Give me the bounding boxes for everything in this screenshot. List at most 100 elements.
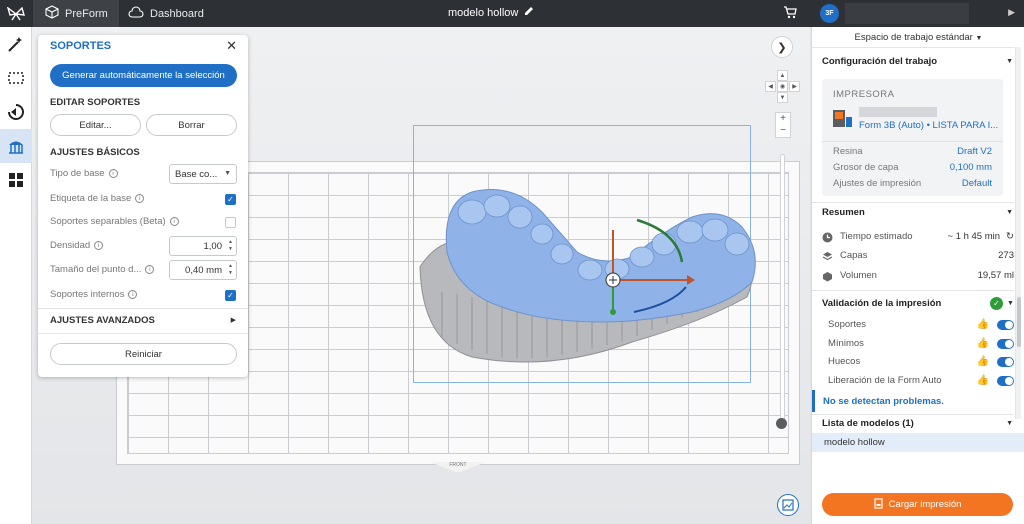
validation-toggle[interactable]: [997, 357, 1014, 367]
printer-name-redacted: [859, 107, 937, 117]
chevron-right-icon[interactable]: ▶: [1008, 7, 1015, 18]
refresh-icon[interactable]: ↻: [1006, 231, 1014, 242]
supports-icon[interactable]: [0, 129, 32, 163]
printer-status[interactable]: Form 3B (Auto) • LISTA PARA I...: [859, 120, 998, 131]
base-label-label: Etiqueta de la base: [50, 193, 132, 204]
stepper-arrows-icon[interactable]: ▲ ▼: [228, 263, 233, 277]
divider: [812, 414, 1014, 415]
view-left-icon[interactable]: ◀: [765, 81, 776, 92]
avatar[interactable]: 3F: [820, 4, 839, 23]
scrollbar-thumb[interactable]: [1017, 297, 1021, 347]
view-dpad[interactable]: ▲ ◀ ◉ ▶ ▼: [765, 70, 801, 103]
summary-heading[interactable]: Resumen: [822, 207, 865, 218]
validation-heading[interactable]: Validación de la impresión: [822, 298, 941, 309]
layers-value: 273: [998, 250, 1014, 261]
stepper-arrows-icon[interactable]: ▲ ▼: [228, 239, 233, 253]
chevron-down-icon[interactable]: ▼: [1007, 300, 1014, 307]
info-icon[interactable]: i: [108, 169, 118, 178]
chevron-down-icon[interactable]: ▼: [1006, 209, 1013, 216]
butterfly-logo-icon[interactable]: [0, 0, 32, 27]
model-list-heading[interactable]: Lista de modelos (1): [822, 418, 914, 429]
view-right-icon[interactable]: ▶: [789, 81, 800, 92]
cart-icon[interactable]: [783, 5, 797, 22]
density-label: Densidad: [50, 240, 91, 251]
magic-wand-icon[interactable]: [0, 27, 32, 61]
layers-icon: [822, 251, 833, 262]
volume-icon: [822, 271, 833, 282]
zoom-out-icon[interactable]: −: [780, 125, 786, 136]
chevron-right-icon[interactable]: ▶: [231, 316, 236, 324]
time-row: Tiempo estimado ~ 1 h 45 min ↻: [822, 231, 1014, 245]
delete-button[interactable]: Borrar: [146, 114, 237, 136]
print-icon: [873, 497, 883, 512]
point-size-stepper[interactable]: 0,40 mm ▲ ▼: [169, 260, 237, 280]
advanced-settings-heading[interactable]: AJUSTES AVANZADOS: [50, 315, 155, 326]
info-icon[interactable]: i: [169, 217, 179, 226]
check-circle-icon: ✓: [990, 297, 1003, 310]
info-icon[interactable]: i: [145, 265, 155, 274]
zoom-in-icon[interactable]: +: [780, 113, 786, 124]
auto-generate-button[interactable]: Generar automáticamente la selección: [50, 64, 237, 87]
pencil-icon[interactable]: [524, 6, 534, 19]
layout-icon[interactable]: [0, 163, 32, 197]
validation-toggle[interactable]: [997, 320, 1014, 330]
load-print-button[interactable]: Cargar impresión: [822, 493, 1013, 516]
internal-supports-row: Soportes internos i: [50, 289, 138, 300]
view-down-icon[interactable]: ▼: [777, 92, 788, 103]
base-type-label: Tipo de base: [50, 168, 105, 179]
resin-value[interactable]: Draft V2: [957, 146, 992, 157]
print-settings-value[interactable]: Default: [962, 178, 992, 189]
base-type-row: Tipo de base i: [50, 168, 118, 179]
thumbs-up-icon: 👍: [976, 338, 989, 349]
internal-supports-checkbox[interactable]: ✓: [225, 290, 236, 301]
tab-preform[interactable]: PreForm: [33, 0, 119, 27]
close-icon[interactable]: ✕: [226, 38, 237, 54]
validation-item: Soportes 👍: [828, 319, 1014, 333]
load-print-label: Cargar impresión: [888, 499, 962, 510]
validation-toggle[interactable]: [997, 376, 1014, 386]
eye-icon[interactable]: ◉: [777, 81, 788, 92]
reset-button[interactable]: Reiniciar: [50, 343, 237, 365]
chevron-down-icon[interactable]: ▼: [1006, 420, 1013, 427]
separable-checkbox[interactable]: [225, 217, 236, 228]
right-sidebar: Espacio de trabajo estándar ▼ Configurac…: [811, 27, 1024, 524]
validation-item: Mínimos 👍: [828, 338, 1014, 352]
time-label: Tiempo estimado: [840, 231, 913, 242]
printer-icon: [831, 107, 853, 129]
edit-supports-heading: EDITAR SOPORTES: [50, 97, 141, 108]
internal-supports-label: Soportes internos: [50, 289, 125, 300]
screenshot-icon[interactable]: [777, 494, 799, 516]
layer-slider-track[interactable]: [780, 154, 785, 424]
account-name-redacted: [845, 3, 969, 24]
edit-button[interactable]: Editar...: [50, 114, 141, 136]
view-up-icon[interactable]: ▲: [777, 70, 788, 81]
dental-model[interactable]: [402, 172, 782, 377]
account-menu[interactable]: 3F ▶: [811, 0, 1024, 27]
sidebar-scrollbar[interactable]: [1015, 47, 1021, 419]
validation-item: Huecos 👍: [828, 356, 1014, 370]
validation-toggle[interactable]: [997, 339, 1014, 349]
printer-card[interactable]: IMPRESORA Form 3B (Auto) • LISTA PARA I.…: [822, 79, 1003, 196]
separable-label: Soportes separables (Beta): [50, 216, 166, 227]
top-bar: PreForm Dashboard modelo hollow 3F ▶: [0, 0, 1024, 27]
zoom-control[interactable]: + −: [775, 112, 791, 138]
document-title[interactable]: modelo hollow: [448, 6, 534, 19]
layer-thickness-value[interactable]: 0,100 mm: [950, 162, 992, 173]
info-icon[interactable]: i: [128, 290, 138, 299]
base-label-checkbox[interactable]: ✓: [225, 194, 236, 205]
select-box-icon[interactable]: [0, 61, 32, 95]
info-icon[interactable]: i: [135, 194, 145, 203]
workspace-selector[interactable]: Espacio de trabajo estándar ▼: [812, 32, 1024, 43]
chevron-down-icon[interactable]: ▼: [1006, 58, 1013, 65]
layer-slider-handle[interactable]: [776, 418, 787, 429]
job-config-heading[interactable]: Configuración del trabajo: [822, 56, 937, 67]
divider: [38, 333, 248, 334]
model-list-item[interactable]: modelo hollow: [812, 433, 1024, 452]
density-stepper[interactable]: 1,00 ▲ ▼: [169, 236, 237, 256]
tab-dashboard[interactable]: Dashboard: [124, 0, 204, 27]
chevron-right-icon[interactable]: ❯: [771, 36, 793, 58]
base-type-select[interactable]: Base co... ▼: [169, 164, 237, 184]
point-size-label: Tamaño del punto d...: [50, 264, 142, 275]
info-icon[interactable]: i: [94, 241, 104, 250]
orient-icon[interactable]: [0, 95, 32, 129]
